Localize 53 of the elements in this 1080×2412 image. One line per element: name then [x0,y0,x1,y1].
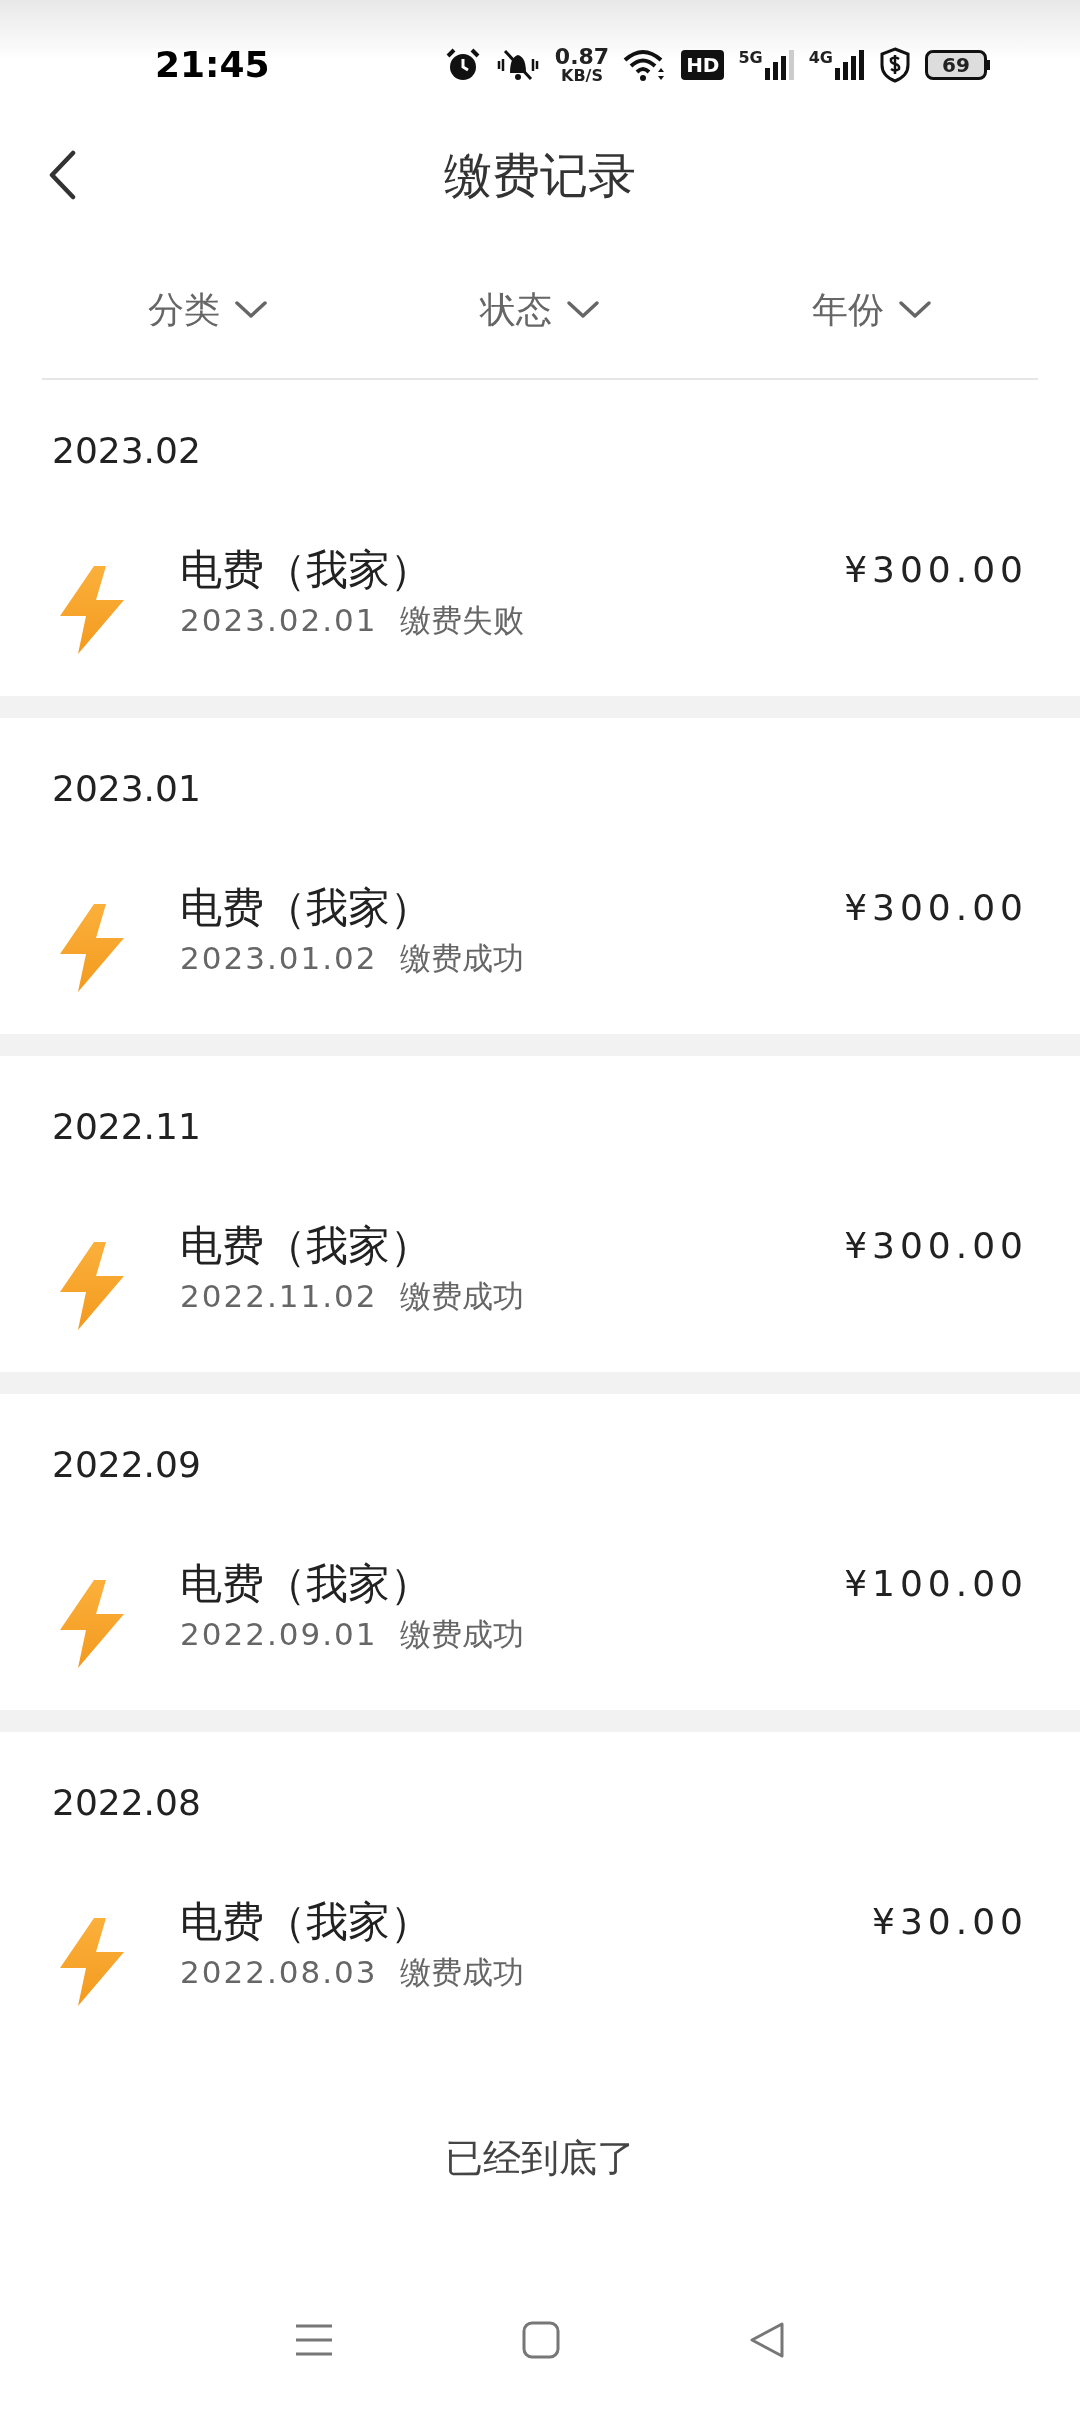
record-status: 缴费成功 [399,1277,524,1316]
filter-dropdown[interactable]: 状态 [374,271,706,337]
filter-dropdown[interactable]: 分类 [42,271,374,337]
speed-unit: KB/S [561,68,603,84]
status-time: 21:45 [155,43,270,87]
battery-level: 69 [925,50,987,80]
record-title: 电费（我家） [180,882,433,934]
record-date: 2022.11.02 [180,1277,378,1316]
record-status: 缴费成功 [399,1615,524,1654]
chevron-down-icon [234,300,268,320]
month-heading: 2022.08 [52,1782,201,1823]
hd-badge: HD [681,50,725,80]
home-icon[interactable] [522,2321,560,2359]
record-status: 缴费成功 [399,939,524,978]
chevron-down-icon [566,300,600,320]
record-date: 2023.01.02 [180,939,378,978]
record-amount: ¥30.00 [872,1900,1028,1944]
record-title: 电费（我家） [180,544,433,596]
month-heading: 2022.11 [52,1106,201,1147]
shield-dollar-icon [879,47,911,83]
payment-record[interactable]: 电费（我家） 2022.08.03 缴费成功 ¥30.00 [0,1870,1080,2048]
alarm-clock-icon [444,47,481,83]
back-icon [47,150,77,200]
back-triangle-icon[interactable] [748,2321,786,2359]
record-amount: ¥300.00 [844,548,1028,592]
record-amount: ¥300.00 [844,886,1028,930]
payment-record[interactable]: 电费（我家） 2022.11.02 缴费成功 ¥300.00 [0,1194,1080,1372]
menu-icon[interactable] [294,2323,334,2357]
record-title: 电费（我家） [180,1896,433,1948]
month-heading: 2023.01 [52,768,201,809]
signal-icon [835,50,865,80]
record-title: 电费（我家） [180,1220,433,1272]
record-amount: ¥300.00 [844,1224,1028,1268]
record-status: 缴费失败 [399,601,524,640]
record-title: 电费（我家） [180,1558,433,1610]
network-speed: 0.87 [554,46,610,68]
record-date: 2023.02.01 [180,601,378,640]
network-type: 5G [738,50,763,66]
network-type: 4G [808,50,833,66]
signal-icon [764,50,795,80]
payment-record[interactable]: 电费（我家） 2023.02.01 缴费失败 ¥300.00 [0,518,1080,696]
record-date: 2022.08.03 [180,1953,378,1992]
page-title: 缴费记录 [444,146,636,205]
record-status: 缴费成功 [399,1953,524,1992]
filter-dropdown[interactable]: 年份 [706,271,1038,337]
payment-record[interactable]: 电费（我家） 2022.09.01 缴费成功 ¥100.00 [0,1532,1080,1710]
month-heading: 2023.02 [52,430,201,471]
end-of-list-text: 已经到底了 [445,2134,635,2182]
chevron-down-icon [898,300,932,320]
record-amount: ¥100.00 [844,1562,1028,1606]
month-heading: 2022.09 [52,1444,201,1485]
payment-record[interactable]: 电费（我家） 2023.01.02 缴费成功 ¥300.00 [0,856,1080,1034]
record-date: 2022.09.01 [180,1615,378,1654]
